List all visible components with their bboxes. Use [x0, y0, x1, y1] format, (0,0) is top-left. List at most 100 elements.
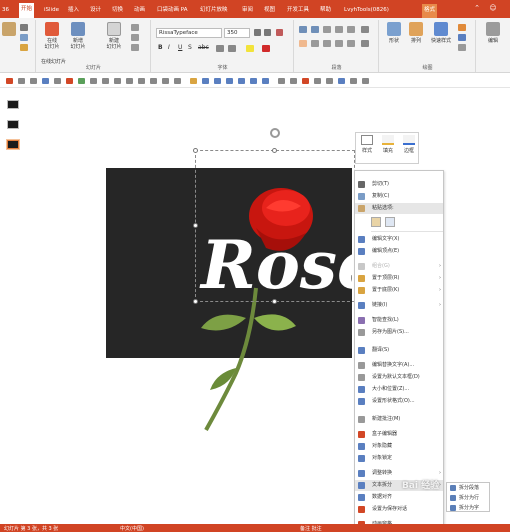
submenu-item-split-paragraph[interactable]: 拆分段落 [447, 483, 489, 493]
menu-item-bring-to-front[interactable]: 置于顶层(R) › [355, 273, 443, 284]
menu-item-save-as-picture[interactable]: 另存为图片(S)... [355, 327, 443, 338]
cut-icon[interactable] [20, 24, 28, 31]
align-middle-qat-icon[interactable] [138, 78, 145, 84]
subtract-icon[interactable] [262, 78, 269, 84]
menu-item-send-to-back[interactable]: 置于底层(K) › [355, 285, 443, 296]
language-indicator[interactable]: 中文(中国) [120, 525, 144, 532]
align-left-icon[interactable] [299, 40, 307, 47]
fragment-icon[interactable] [238, 78, 245, 84]
decrease-indent-icon[interactable] [323, 26, 331, 33]
menu-item-smart-lookup[interactable]: 智能查找(L) [355, 315, 443, 326]
format-painter-qat-icon[interactable] [66, 78, 73, 84]
new-online-slide-button[interactable]: 新增 幻灯片 [67, 22, 89, 50]
notes-comments-toggle[interactable]: 备注 批注 [300, 525, 322, 532]
align-center-qat-icon[interactable] [102, 78, 109, 84]
mini-fill-button[interactable]: 填充 [378, 135, 398, 154]
tab-format[interactable]: 格式 [422, 4, 438, 18]
print-icon[interactable] [54, 78, 61, 84]
grow-font-icon[interactable] [254, 29, 261, 36]
new-slide-button[interactable]: 新建 幻灯片 [103, 22, 125, 50]
menu-item-box-editor[interactable]: 盒子编辑器 [355, 429, 443, 440]
bring-forward-qat-icon[interactable] [278, 78, 285, 84]
save-icon[interactable] [6, 78, 13, 84]
align-text-icon[interactable] [361, 40, 369, 47]
selection-pane-icon[interactable] [350, 78, 357, 84]
align-top-qat-icon[interactable] [126, 78, 133, 84]
columns-icon[interactable] [347, 40, 355, 47]
menu-item-set-default-textbox[interactable]: 设置为默认文本框(D) [355, 372, 443, 383]
menu-item-cut[interactable]: 剪切(T) [355, 179, 443, 190]
edit-button[interactable]: 编辑 [483, 22, 503, 44]
tab-review[interactable]: 审阅 [240, 4, 255, 18]
menu-item-copy[interactable]: 复制(C) [355, 191, 443, 202]
share-icon[interactable]: ☺ [488, 3, 498, 13]
menu-item-alt-text[interactable]: 编辑替换文字(A)... [355, 360, 443, 371]
line-spacing-icon[interactable] [347, 26, 355, 33]
shapes-button[interactable]: 形状 [384, 22, 404, 44]
paste-picture-icon[interactable] [385, 217, 395, 227]
undo-icon[interactable] [18, 78, 25, 84]
align-left-qat-icon[interactable] [90, 78, 97, 84]
format-painter-icon[interactable] [20, 44, 28, 51]
slide-thumbnail-1[interactable] [7, 100, 19, 109]
distribute-h-qat-icon[interactable] [162, 78, 169, 84]
tab-design[interactable]: 设计 [88, 4, 103, 18]
tab-developer[interactable]: 开发工具 [285, 4, 311, 18]
font-color-icon[interactable] [262, 45, 270, 52]
crop-icon[interactable] [302, 78, 309, 84]
union-icon[interactable] [214, 78, 221, 84]
tab-file[interactable]: 36 [0, 4, 11, 18]
online-slides-button[interactable]: 在线 幻灯片 [41, 22, 63, 50]
shrink-font-icon[interactable] [264, 29, 271, 36]
tab-lvyhtools[interactable]: LvyhTools(0826) [342, 4, 391, 18]
menu-item-edit-points[interactable]: 编辑顶点(E) [355, 246, 443, 257]
case-icon[interactable] [228, 45, 236, 52]
align-bottom-qat-icon[interactable] [150, 78, 157, 84]
highlight-icon[interactable] [246, 45, 254, 52]
font-size-select[interactable]: 350 [224, 28, 250, 38]
combine-icon[interactable] [226, 78, 233, 84]
tab-help[interactable]: 帮助 [318, 4, 333, 18]
menu-item-save-dialog[interactable]: 设置为保存对话 [355, 504, 443, 515]
strikethrough-icon[interactable]: abc [198, 44, 209, 51]
menu-item-group[interactable]: 组合(G) › [355, 261, 443, 272]
menu-item-link[interactable]: 链接(I) › [355, 300, 443, 311]
resize-handle-tm[interactable] [272, 148, 277, 153]
align-center-icon[interactable] [311, 40, 319, 47]
distribute-v-qat-icon[interactable] [174, 78, 181, 84]
resize-handle-bm[interactable] [272, 299, 277, 304]
font-name-select[interactable]: RissaTypeface [156, 28, 222, 38]
quick-styles-button[interactable]: 快速样式 [428, 22, 454, 44]
redo-icon[interactable] [30, 78, 37, 84]
clear-format-icon[interactable] [276, 29, 283, 36]
align-right-qat-icon[interactable] [114, 78, 121, 84]
paste-keep-format-icon[interactable] [371, 217, 381, 227]
spacing-icon[interactable] [216, 45, 224, 52]
tab-view[interactable]: 视图 [262, 4, 277, 18]
underline-icon[interactable]: U [178, 44, 182, 51]
menu-item-paste-options[interactable]: 粘贴选项: [355, 203, 443, 214]
bullets-icon[interactable] [299, 26, 307, 33]
customize-qat-icon[interactable] [362, 78, 369, 84]
increase-indent-icon[interactable] [335, 26, 343, 33]
menu-item-align-data[interactable]: 数据对齐 [355, 492, 443, 503]
menu-item-lock-object[interactable]: 对象锁定 [355, 453, 443, 464]
align-right-icon[interactable] [323, 40, 331, 47]
menu-item-new-comment[interactable]: 新建批注(M) [355, 414, 443, 425]
slide-thumbnail-2[interactable] [7, 120, 19, 129]
menu-item-size-position[interactable]: 大小和位置(Z)... [355, 384, 443, 395]
numbering-icon[interactable] [311, 26, 319, 33]
tab-animations[interactable]: 动画 [132, 4, 147, 18]
menu-item-hide-object[interactable]: 对象隐藏 [355, 441, 443, 452]
tab-pocket-animation[interactable]: 口袋动画 PA [155, 4, 189, 18]
tab-transitions[interactable]: 切换 [110, 4, 125, 18]
shape-fill-icon[interactable] [458, 24, 466, 31]
ribbon-collapse-icon[interactable]: ⌃ [472, 3, 482, 13]
text-direction-icon[interactable] [361, 26, 369, 33]
menu-item-translate[interactable]: 翻译(S) [355, 345, 443, 356]
submenu-item-split-lines[interactable]: 拆分为行 [447, 493, 489, 503]
rotate-icon[interactable] [314, 78, 321, 84]
paste-button[interactable] [2, 22, 16, 38]
italic-icon[interactable]: I [168, 44, 170, 51]
bold-icon[interactable]: B [158, 44, 163, 51]
